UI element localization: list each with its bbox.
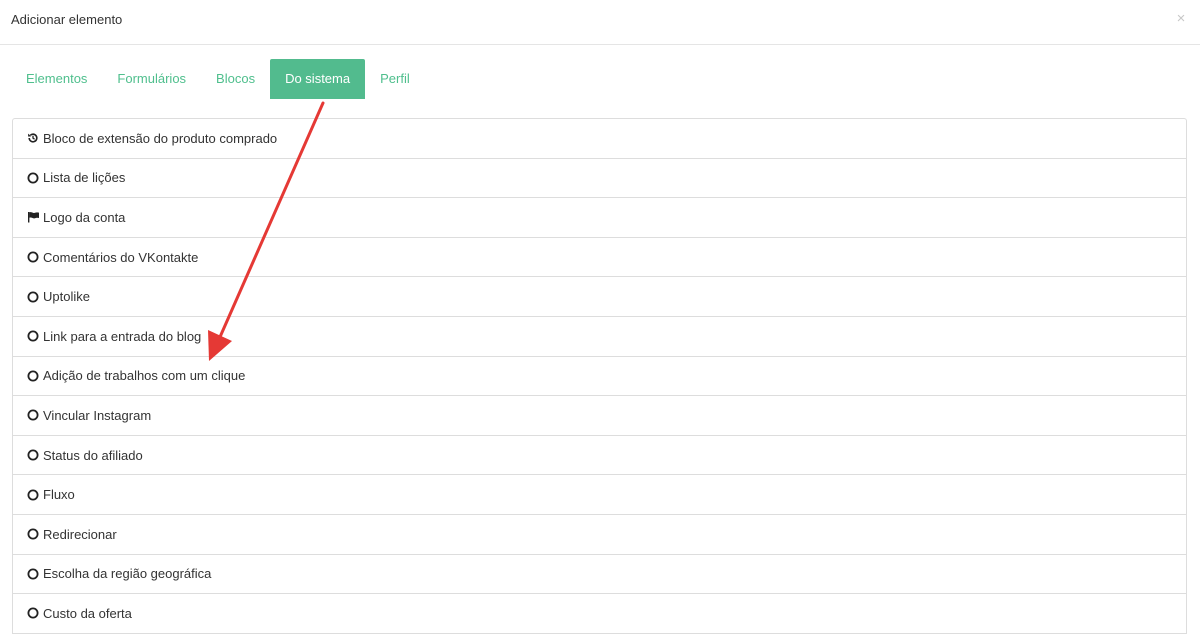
circle-icon: [27, 567, 41, 581]
modal-header: Adicionar elemento ×: [0, 0, 1200, 45]
tab-elementos[interactable]: Elementos: [11, 59, 102, 99]
circle-icon: [27, 448, 41, 462]
circle-icon: [27, 329, 41, 343]
circle-icon: [27, 527, 41, 541]
list-item[interactable]: Redirecionar: [13, 515, 1186, 555]
system-elements-list: Bloco de extensão do produto comprado Li…: [12, 118, 1187, 634]
list-item[interactable]: Escolha da região geográfica: [13, 555, 1186, 595]
list-item-label: Escolha da região geográfica: [43, 566, 212, 582]
history-icon: [27, 131, 41, 145]
circle-icon: [27, 290, 41, 304]
list-item[interactable]: Fluxo: [13, 475, 1186, 515]
list-item-label: Logo da conta: [43, 209, 126, 225]
list-item-label: Status do afiliado: [43, 447, 143, 463]
list-item[interactable]: Logo da conta: [13, 198, 1186, 238]
circle-icon: [27, 171, 41, 185]
modal-title: Adicionar elemento: [11, 12, 123, 27]
list-item[interactable]: Adição de trabalhos com um clique: [13, 357, 1186, 397]
circle-icon: [27, 408, 41, 422]
flag-icon: [27, 210, 41, 224]
close-button[interactable]: ×: [1173, 9, 1189, 29]
circle-icon: [27, 250, 41, 264]
tab-perfil[interactable]: Perfil: [365, 59, 425, 99]
list-item-label: Comentários do VKontakte: [43, 249, 199, 265]
list-item-label: Redirecionar: [43, 526, 117, 542]
list-item-label: Custo da oferta: [43, 605, 132, 621]
list-item[interactable]: Status do afiliado: [13, 436, 1186, 476]
list-item-label: Lista de lições: [43, 170, 126, 186]
list-item[interactable]: Custo da oferta: [13, 594, 1186, 634]
tab-formularios[interactable]: Formulários: [102, 59, 201, 99]
list-item-label: Fluxo: [43, 487, 75, 503]
tab-bar: Elementos Formulários Blocos Do sistema …: [11, 59, 425, 99]
list-item[interactable]: Vincular Instagram: [13, 396, 1186, 436]
list-item-label: Vincular Instagram: [43, 407, 152, 423]
circle-icon: [27, 488, 41, 502]
list-item[interactable]: Link para a entrada do blog: [13, 317, 1186, 357]
list-item-label: Adição de trabalhos com um clique: [43, 368, 246, 384]
tab-blocos[interactable]: Blocos: [201, 59, 270, 99]
list-item[interactable]: Comentários do VKontakte: [13, 238, 1186, 278]
list-item[interactable]: Lista de lições: [13, 159, 1186, 199]
list-item-label: Uptolike: [43, 289, 90, 305]
tab-do-sistema[interactable]: Do sistema: [270, 59, 366, 99]
circle-icon: [27, 606, 41, 620]
list-item-label: Link para a entrada do blog: [43, 328, 202, 344]
circle-icon: [27, 369, 41, 383]
list-item[interactable]: Bloco de extensão do produto comprado: [13, 119, 1186, 159]
list-item-label: Bloco de extensão do produto comprado: [43, 130, 278, 146]
close-icon: ×: [1176, 10, 1186, 27]
list-item[interactable]: Uptolike: [13, 277, 1186, 317]
